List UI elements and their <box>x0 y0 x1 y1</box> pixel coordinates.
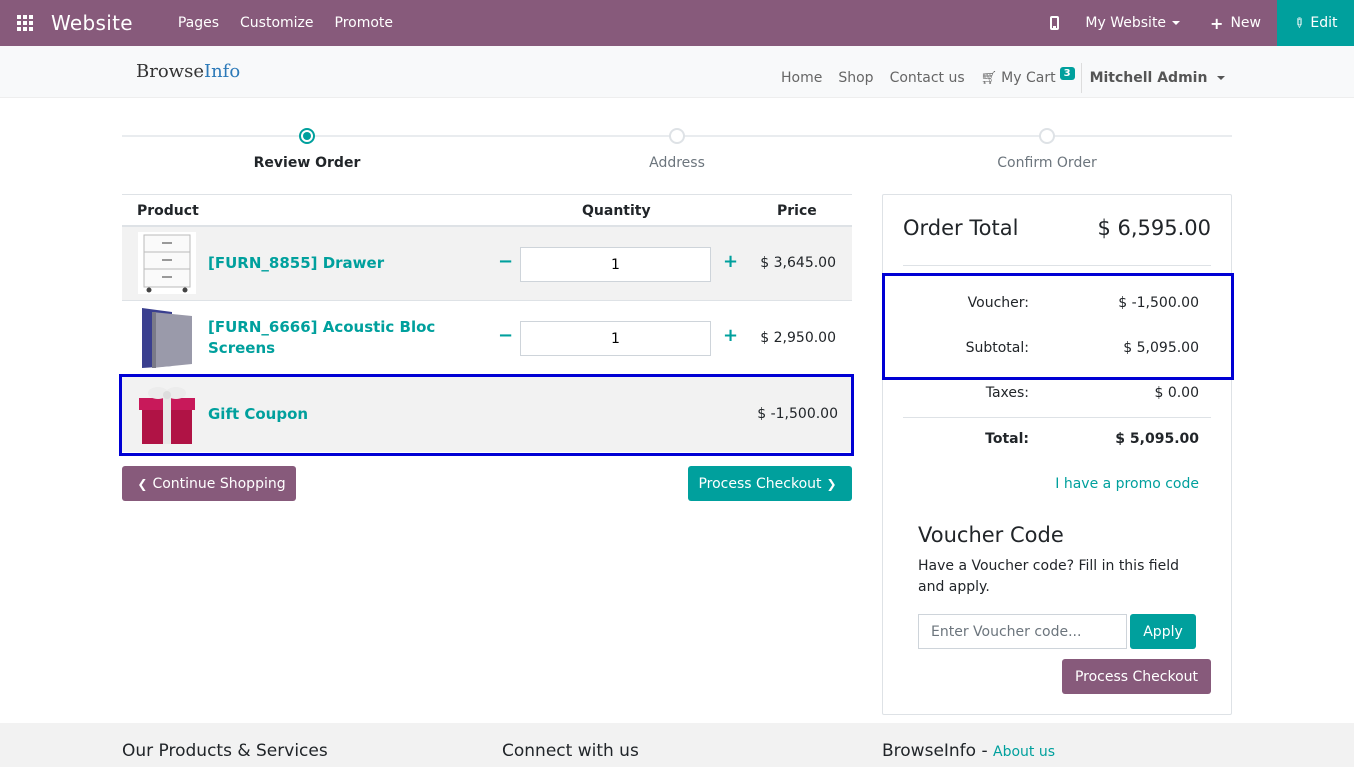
product-link-line2: Screens <box>208 339 276 357</box>
voucher-description: Have a Voucher code? Fill in this field … <box>918 558 1180 595</box>
decrease-quantity-button[interactable]: − <box>498 325 513 346</box>
taxes-row: Taxes: $ 0.00 <box>903 385 1199 405</box>
total-label: Total: <box>985 431 1029 447</box>
pencil-icon: ✎ <box>1289 13 1309 33</box>
step-review-order: Review Order <box>253 155 361 171</box>
new-button[interactable]: + New <box>1210 14 1261 33</box>
table-row: [FURN_6666] Acoustic Bloc Screens − + $ … <box>122 301 852 376</box>
taxes-value: $ 0.00 <box>1154 385 1199 401</box>
product-link[interactable]: [FURN_6666] Acoustic Bloc Screens <box>208 317 435 359</box>
drawer-icon[interactable] <box>138 232 196 294</box>
site-logo[interactable]: BrowseInfo <box>136 61 240 82</box>
user-menu[interactable]: Mitchell Admin <box>1090 70 1226 86</box>
nav-cart[interactable]: 🛒︎ My Cart 3 <box>980 66 1075 86</box>
logo-text-info: Info <box>203 61 241 82</box>
mobile-preview-icon[interactable] <box>1050 16 1060 30</box>
row-price: $ 3,645.00 <box>760 255 836 271</box>
divider <box>903 417 1211 418</box>
step-dot-review <box>299 128 315 144</box>
step-dot-address <box>669 128 685 144</box>
process-checkout-label: Process Checkout <box>698 475 822 492</box>
quantity-input[interactable] <box>520 321 711 356</box>
app-title: Website <box>51 11 133 35</box>
cart-icon: 🛒︎ <box>980 70 998 86</box>
footer-separator: - <box>976 741 994 761</box>
summary-highlight <box>882 273 1234 380</box>
chevron-left-icon: ❮ <box>137 476 148 491</box>
voucher-code-input[interactable] <box>918 614 1127 649</box>
website-switcher-label: My Website <box>1085 15 1167 31</box>
row-price: $ 2,950.00 <box>760 330 836 346</box>
order-total-label: Order Total <box>903 216 1019 240</box>
promo-code-link[interactable]: I have a promo code <box>1055 476 1199 492</box>
main-nav: Home Shop Contact us 🛒︎ My Cart 3 Mitche… <box>781 63 1226 93</box>
nav-contact[interactable]: Contact us <box>890 70 965 86</box>
step-address: Address <box>649 155 705 171</box>
footer-products-heading: Our Products & Services <box>122 741 328 761</box>
chevron-down-icon <box>1217 76 1226 80</box>
continue-shopping-label: Continue Shopping <box>152 475 286 492</box>
plus-icon: + <box>1210 13 1224 33</box>
nav-divider <box>1080 63 1082 93</box>
quantity-input[interactable] <box>520 247 711 282</box>
card-process-checkout-button[interactable]: Process Checkout <box>1062 659 1211 694</box>
table-row: [FURN_8855] Drawer − + $ 3,645.00 <box>122 227 852 301</box>
taxes-label: Taxes: <box>985 385 1029 401</box>
chevron-right-icon: ❯ <box>826 476 837 491</box>
col-product: Product <box>137 203 199 219</box>
order-total-value: $ 6,595.00 <box>1097 216 1211 240</box>
decrease-quantity-button[interactable]: − <box>498 251 513 272</box>
cart-label: My Cart <box>1001 70 1056 86</box>
step-confirm-order: Confirm Order <box>997 155 1097 171</box>
step-dot-confirm <box>1039 128 1055 144</box>
coupon-row-highlight <box>119 374 854 456</box>
footer-connect-heading: Connect with us <box>502 741 639 761</box>
total-value: $ 5,095.00 <box>1115 431 1199 447</box>
edit-button[interactable]: ✎ Edit <box>1277 0 1354 46</box>
menu-pages[interactable]: Pages <box>178 15 219 31</box>
edit-button-label: Edit <box>1310 15 1338 31</box>
chevron-down-icon <box>1172 21 1181 25</box>
about-us-link[interactable]: About us <box>993 744 1055 760</box>
site-header: BrowseInfo Home Shop Contact us 🛒︎ My Ca… <box>0 46 1354 98</box>
screens-icon[interactable] <box>138 306 196 368</box>
increase-quantity-button[interactable]: + <box>723 325 738 346</box>
logo-text-browse: Browse <box>136 61 204 82</box>
menu-customize[interactable]: Customize <box>240 15 314 31</box>
total-row: Total: $ 5,095.00 <box>903 431 1199 451</box>
nav-home[interactable]: Home <box>781 70 822 86</box>
process-checkout-button[interactable]: Process Checkout ❯ <box>688 466 852 501</box>
voucher-title: Voucher Code <box>918 523 1064 547</box>
footer: Our Products & Services Connect with us … <box>0 723 1354 767</box>
website-switcher[interactable]: My Website <box>1085 15 1181 31</box>
menu-promote[interactable]: Promote <box>335 15 394 31</box>
footer-company-heading: BrowseInfo - About us <box>882 741 1055 761</box>
product-link[interactable]: [FURN_8855] Drawer <box>208 253 384 274</box>
cart-count-badge: 3 <box>1059 66 1075 80</box>
apply-voucher-button[interactable]: Apply <box>1130 614 1196 649</box>
cart-table-header: Product Quantity Price <box>122 194 852 227</box>
user-name: Mitchell Admin <box>1089 70 1208 86</box>
col-price: Price <box>777 203 817 219</box>
footer-company-name: BrowseInfo <box>882 741 977 761</box>
divider <box>903 265 1211 266</box>
continue-shopping-button[interactable]: ❮ Continue Shopping <box>122 466 296 501</box>
col-quantity: Quantity <box>582 203 651 219</box>
new-button-label: New <box>1230 15 1261 31</box>
admin-bar: Website Pages Customize Promote My Websi… <box>0 0 1354 46</box>
apps-menu-icon[interactable] <box>0 0 50 46</box>
product-link-line1: [FURN_6666] Acoustic Bloc <box>208 318 436 336</box>
nav-shop[interactable]: Shop <box>838 70 873 86</box>
increase-quantity-button[interactable]: + <box>723 251 738 272</box>
